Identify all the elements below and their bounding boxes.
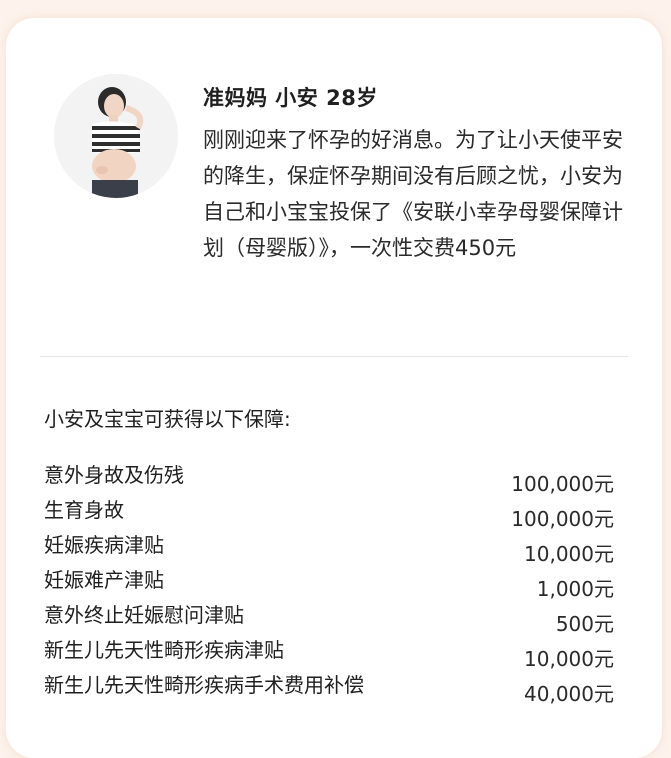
benefit-name: 意外身故及伤残 <box>44 463 184 487</box>
list-item: 新生儿先天性畸形疾病津贴 10,000元 <box>44 637 614 672</box>
list-item: 妊娠疾病津贴 10,000元 <box>44 532 614 567</box>
benefit-amount: 40,000元 <box>524 682 614 706</box>
benefit-amount: 500元 <box>555 612 614 636</box>
profile-description: 刚刚迎来了怀孕的好消息。为了让小天使平安的降生，保症怀孕期间没有后顾之忧，小安为… <box>203 128 623 260</box>
pregnant-woman-photo-icon <box>54 74 178 198</box>
profile-name: 准妈妈 小安 28岁 <box>203 86 378 110</box>
list-item: 意外身故及伤残 100,000元 <box>44 462 614 497</box>
divider <box>40 356 628 357</box>
benefit-amount: 1,000元 <box>536 577 614 601</box>
benefit-amount: 10,000元 <box>524 542 614 566</box>
benefit-name: 妊娠疾病津贴 <box>44 533 164 557</box>
list-item: 妊娠难产津贴 1,000元 <box>44 567 614 602</box>
list-item: 意外终止妊娠慰问津贴 500元 <box>44 602 614 637</box>
benefit-name: 新生儿先天性畸形疾病津贴 <box>44 638 284 662</box>
benefit-name: 新生儿先天性畸形疾病手术费用补偿 <box>44 673 364 697</box>
list-item: 新生儿先天性畸形疾病手术费用补偿 40,000元 <box>44 672 614 707</box>
benefit-name: 妊娠难产津贴 <box>44 568 164 592</box>
benefit-name: 生育身故 <box>44 498 124 522</box>
avatar <box>54 74 178 198</box>
benefit-amount: 100,000元 <box>511 507 614 531</box>
info-card: 准妈妈 小安 28岁 刚刚迎来了怀孕的好消息。为了让小天使平安的降生，保症怀孕期… <box>6 18 662 758</box>
benefit-amount: 100,000元 <box>511 472 614 496</box>
benefit-amount: 10,000元 <box>524 647 614 671</box>
benefit-name: 意外终止妊娠慰问津贴 <box>44 603 244 627</box>
benefits-title: 小安及宝宝可获得以下保障: <box>44 407 291 431</box>
benefits-list: 意外身故及伤残 100,000元 生育身故 100,000元 妊娠疾病津贴 10… <box>44 462 614 707</box>
list-item: 生育身故 100,000元 <box>44 497 614 532</box>
